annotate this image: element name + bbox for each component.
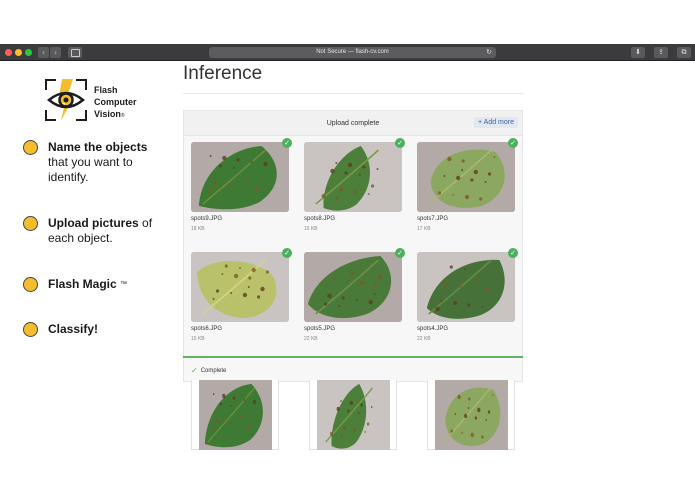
upload-progress-bar [183,356,523,358]
leaf-image [435,380,508,450]
upload-success-check-icon: ✓ [508,138,518,148]
sidebar-toggle-icon[interactable] [68,47,82,58]
upload-success-check-icon: ✓ [395,138,405,148]
upload-success-check-icon: ✓ [282,138,292,148]
result-card[interactable] [309,380,397,450]
file-size: 15 KB [304,226,318,232]
upload-success-check-icon: ✓ [508,248,518,258]
leaf-image [191,252,289,322]
leaf-image [417,252,515,322]
step-upload-pictures: Upload pictures of each object. [23,216,158,246]
upload-status-bar: ✓ Complete [191,366,226,375]
step-flash-magic: Flash Magic ™ [23,277,127,292]
url-text: Not Secure — flash-cv.com [316,49,389,55]
share-icon[interactable]: ⇪ [654,47,668,58]
leaf-image [191,142,289,212]
result-card[interactable] [191,380,279,450]
add-more-button[interactable]: + Add more [474,117,518,128]
step-bullet-icon [23,322,38,337]
upload-success-check-icon: ✓ [282,248,292,258]
reload-icon[interactable]: ↻ [486,47,492,58]
step-name-objects: Name the objects that you want to identi… [23,140,158,185]
step-description: that you want to identify. [48,155,133,184]
upload-header: Upload complete + Add more [184,111,522,136]
file-name: spots9.JPG [191,216,223,222]
close-window-button[interactable] [5,49,12,56]
trademark-mark: ™ [120,281,128,288]
leaf-image [199,380,272,450]
leaf-image [304,252,402,322]
step-classify: Classify! [23,322,98,337]
upload-status-title: Upload complete [326,120,380,127]
step-heading: Upload pictures [48,216,139,230]
download-icon[interactable]: ⬇ [631,47,645,58]
minimize-window-button[interactable] [15,49,22,56]
result-card[interactable] [427,380,515,450]
file-name: spots4.JPG [417,326,449,332]
divider [183,93,523,94]
leaf-image [317,380,390,450]
zoom-window-button[interactable] [25,49,32,56]
browser-toolbar: ‹ › Not Secure — flash-cv.com ↻ ⬇ ⇪ ⧉ [0,44,695,61]
check-icon: ✓ [191,366,198,375]
file-name: spots7.JPG [417,216,449,222]
file-size: 22 KB [304,336,318,342]
leaf-image [417,142,515,212]
brand-line: Computer [94,97,137,107]
file-name: spots6.JPG [191,326,223,332]
step-bullet-icon [23,216,38,231]
step-heading: Flash Magic [48,277,117,291]
brand-line: Flash [94,85,118,95]
forward-button[interactable]: › [50,47,61,58]
page-title: Inference [183,63,263,84]
file-size: 22 KB [417,336,431,342]
brand-name: Flash Computer Vision® [94,84,137,122]
file-size: 17 KB [417,226,431,232]
file-name: spots5.JPG [304,326,336,332]
upload-success-check-icon: ✓ [395,248,405,258]
eye-logo-icon [45,79,87,121]
step-heading: Name the objects [48,140,148,154]
step-heading: Classify! [48,322,99,336]
registered-mark: ® [120,113,125,119]
upload-status-text: Complete [200,367,227,374]
back-button[interactable]: ‹ [38,47,49,58]
file-name: spots8.JPG [304,216,336,222]
leaf-image [304,142,402,212]
step-bullet-icon [23,277,38,292]
brand-line: Vision [94,109,121,119]
step-bullet-icon [23,140,38,155]
file-size: 18 KB [191,226,205,232]
address-bar[interactable]: Not Secure — flash-cv.com ↻ [209,47,496,58]
file-size: 15 KB [191,336,205,342]
tabs-overview-icon[interactable]: ⧉ [677,47,691,58]
